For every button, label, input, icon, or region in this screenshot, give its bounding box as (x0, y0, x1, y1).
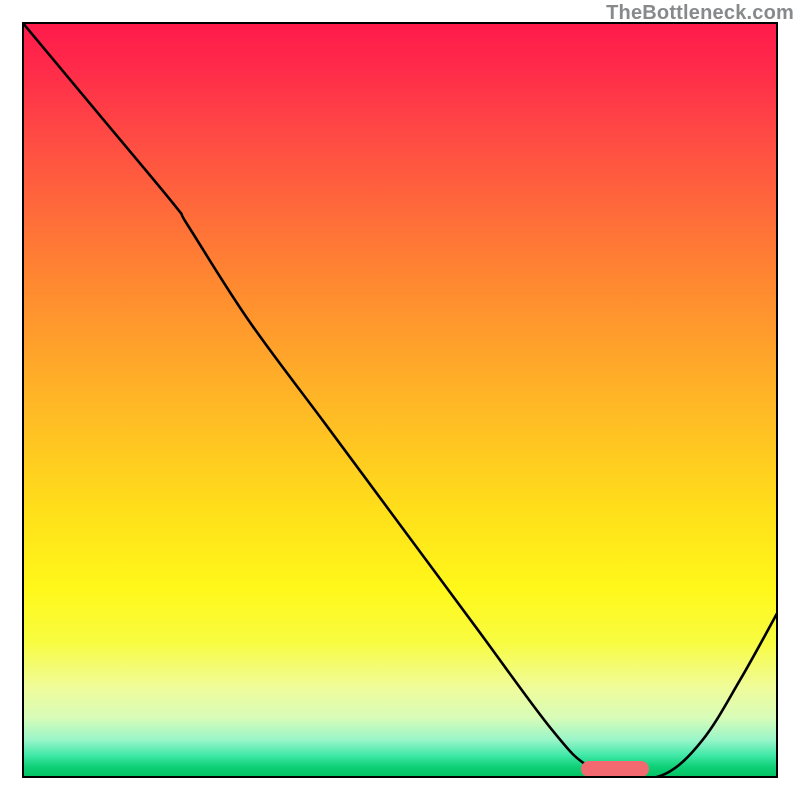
heat-gradient-background (22, 22, 778, 778)
optimal-range-marker (581, 761, 649, 777)
chart-canvas: TheBottleneck.com (0, 0, 800, 800)
watermark-text: TheBottleneck.com (606, 2, 794, 25)
